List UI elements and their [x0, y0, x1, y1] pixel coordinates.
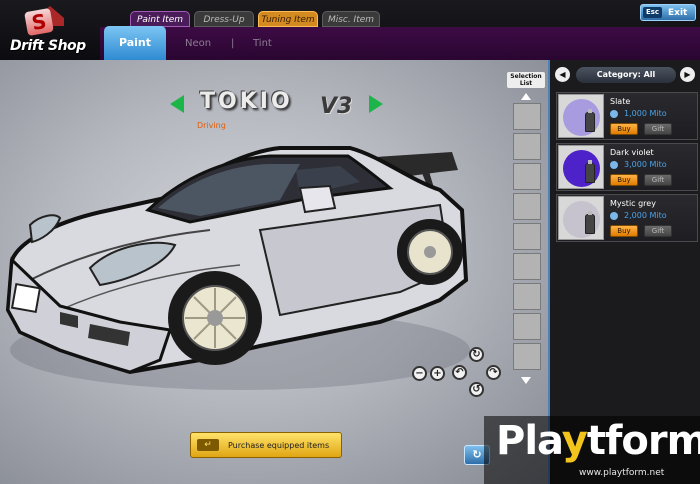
selection-slot[interactable] [513, 313, 541, 340]
watermark-brand-y: y [561, 418, 588, 464]
item-thumbnail [558, 145, 604, 189]
spray-can-icon [585, 109, 595, 132]
spray-can-icon [585, 160, 595, 183]
item-price: 3,000 Mito [624, 160, 667, 169]
rotate-left-icon[interactable]: ↶ [452, 365, 467, 380]
car-model[interactable] [0, 60, 548, 484]
selection-list-label-line2: List [519, 80, 533, 87]
mito-coin-icon [610, 110, 618, 118]
category-prev-icon[interactable]: ◀ [555, 67, 570, 82]
selection-slot[interactable] [513, 223, 541, 250]
paint-item-list: Slate 1,000 Mito Buy Gift Dark violet 3,… [556, 92, 698, 245]
next-car-arrow-icon[interactable] [369, 95, 383, 113]
logo-text: Drift Shop [10, 38, 86, 54]
item-price: 1,000 Mito [624, 109, 667, 118]
rotate-down-icon[interactable]: ↺ [469, 382, 484, 397]
item-price: 2,000 Mito [624, 211, 667, 220]
zoom-in-button[interactable]: + [430, 366, 445, 381]
tab-paint-item[interactable]: Paint Item [130, 11, 190, 27]
selection-list-label-line1: Selection [510, 73, 542, 80]
mito-coin-icon [610, 161, 618, 169]
spray-can-icon [585, 211, 595, 234]
gift-button[interactable]: Gift [644, 174, 672, 186]
item-name: Dark violet [610, 148, 654, 157]
car-status: Driving [197, 121, 226, 130]
exit-label: Exit [668, 8, 688, 18]
tab-misc-item[interactable]: Misc. Item [322, 11, 380, 27]
selection-slot[interactable] [513, 193, 541, 220]
selection-slot[interactable] [513, 253, 541, 280]
item-name: Slate [610, 97, 631, 106]
watermark: Playtform www.playtform.net [484, 416, 700, 484]
mito-coin-icon [610, 212, 618, 220]
category-next-icon[interactable]: ▶ [680, 67, 695, 82]
tab-tuning-item[interactable]: Tuning Item [258, 11, 318, 27]
selection-scroll-up-icon[interactable] [521, 93, 531, 100]
subtab-separator: | [231, 38, 235, 49]
item-thumbnail [558, 94, 604, 138]
list-item[interactable]: Dark violet 3,000 Mito Buy Gift [556, 143, 698, 191]
category-selector[interactable]: Category: All [576, 67, 676, 83]
car-version: V3 [320, 94, 353, 119]
back-arrow-icon: ↵ [197, 439, 219, 451]
gift-button[interactable]: Gift [644, 123, 672, 135]
item-name: Mystic grey [610, 199, 656, 208]
tab-dress-up-item[interactable]: Dress-Up Item [194, 11, 254, 41]
watermark-brand-post: tform [586, 418, 700, 464]
list-item[interactable]: Slate 1,000 Mito Buy Gift [556, 92, 698, 140]
selection-list-label: Selection List [507, 72, 545, 88]
item-thumbnail [558, 196, 604, 240]
purchase-equipped-items-button[interactable]: ↵ Purchase equipped items [190, 432, 342, 458]
shop-s-badge-icon: S [24, 7, 54, 37]
exit-button[interactable]: Esc Exit [640, 4, 696, 21]
car-showroom[interactable]: TOKIO V3 Driving Selection List − + ↻ ↶ … [0, 60, 548, 484]
selection-slot[interactable] [513, 103, 541, 130]
selection-list [513, 103, 541, 373]
car-name: TOKIO [200, 89, 293, 114]
purchase-label: Purchase equipped items [228, 441, 330, 450]
list-item[interactable]: Mystic grey 2,000 Mito Buy Gift [556, 194, 698, 242]
watermark-brand: Playtform [496, 418, 700, 464]
selection-slot[interactable] [513, 343, 541, 370]
selection-slot[interactable] [513, 163, 541, 190]
rotate-right-icon[interactable]: ↷ [486, 365, 501, 380]
esc-key-label: Esc [643, 7, 662, 18]
buy-button[interactable]: Buy [610, 123, 638, 135]
buy-button[interactable]: Buy [610, 174, 638, 186]
selection-slot[interactable] [513, 283, 541, 310]
subtab-tint[interactable]: Tint [253, 38, 272, 49]
subtab-paint[interactable]: Paint [104, 26, 166, 60]
selection-slot[interactable] [513, 133, 541, 160]
watermark-url: www.playtform.net [579, 468, 665, 478]
watermark-brand-pre: Pla [496, 418, 563, 464]
buy-button[interactable]: Buy [610, 225, 638, 237]
drift-shop-logo: S Drift Shop [6, 6, 86, 58]
gift-button[interactable]: Gift [644, 225, 672, 237]
subtab-neon[interactable]: Neon [185, 38, 211, 49]
rotate-up-icon[interactable]: ↻ [469, 347, 484, 362]
zoom-out-button[interactable]: − [412, 366, 427, 381]
selection-scroll-down-icon[interactable] [521, 377, 531, 384]
previous-car-arrow-icon[interactable] [170, 95, 184, 113]
